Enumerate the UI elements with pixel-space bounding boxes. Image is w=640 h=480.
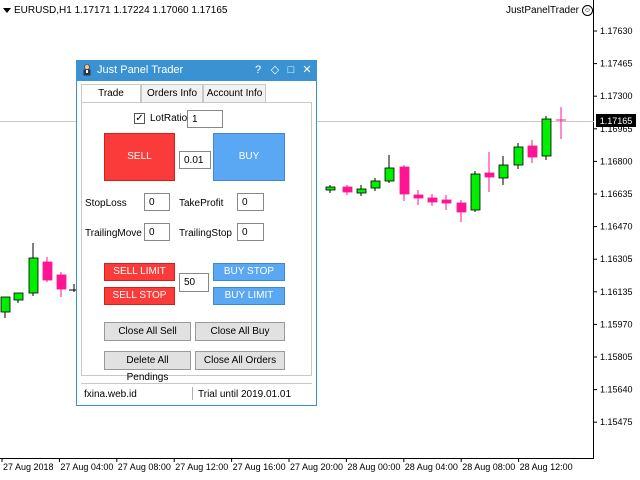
lot-ratio-checkbox[interactable]: ✓ [134,113,145,124]
candle-body [325,186,336,191]
price-label: 1.15475 [600,417,633,427]
tab-trade[interactable]: Trade [81,84,141,103]
buy-button[interactable]: BUY [213,133,285,181]
lot-ratio-label: LotRatio [150,113,188,124]
close-button[interactable]: ✕ [300,63,314,78]
trailing-move-input[interactable] [144,223,170,241]
window-titlebar[interactable]: Just Panel Trader ? ◇ □ ✕ [77,61,316,81]
sell-limit-button[interactable]: SELL LIMIT [104,263,175,281]
candle-body [541,118,552,157]
symbol-info[interactable]: EURUSD,H1 1.17171 1.17224 1.17060 1.1716… [3,5,228,16]
dropdown-arrow-icon[interactable] [3,7,11,13]
candle-body [42,261,53,281]
candle-body [498,164,509,179]
price-label: 1.15640 [600,385,633,395]
delete-all-pendings-button[interactable]: Delete All Pendings [104,351,191,383]
take-profit-input[interactable] [237,193,264,211]
candle-body [399,166,410,195]
price-label: 1.17630 [600,26,633,36]
close-all-orders-button[interactable]: Close All Orders [195,351,285,370]
sell-stop-button[interactable]: SELL STOP [104,287,175,305]
help-button[interactable]: ? [251,63,265,78]
current-price-label: 1.17165 [600,116,633,126]
candle-body [527,145,538,158]
smiley-icon: ☺ [582,5,593,16]
price-label: 1.16305 [600,254,633,264]
candle-body [413,194,424,199]
symbol-line: EURUSD,H1 1.17171 1.17224 1.17060 1.1716… [14,5,228,16]
time-label: 27 Aug 20:00 [290,462,343,472]
trailing-stop-input[interactable] [237,223,264,241]
candle-body [427,197,438,203]
candle-body [456,202,467,213]
price-label: 1.17300 [600,91,633,101]
time-label: 27 Aug 16:00 [233,462,286,472]
time-label: 27 Aug 12:00 [175,462,228,472]
price-label: 1.15970 [600,319,633,329]
time-label: 27 Aug 04:00 [60,462,113,472]
candle-body [370,180,381,189]
time-label: 28 Aug 00:00 [347,462,400,472]
time-axis: 27 Aug 2018 27 Aug 04:00 27 Aug 08:00 27 Au… [1,458,573,472]
lot-size-input[interactable] [179,151,211,169]
tab-orders-info[interactable]: Orders Info [141,84,203,102]
time-label: 28 Aug 12:00 [520,462,573,472]
status-bar: fxina.web.id Trial until 2019.01.01 [81,383,312,402]
close-all-sell-button[interactable]: Close All Sell [104,322,191,341]
candle-body [28,257,39,294]
take-profit-label: TakeProfit [179,198,224,209]
candle-body [470,173,481,211]
time-label: 28 Aug 08:00 [462,462,515,472]
status-website: fxina.web.id [84,389,137,400]
time-label: 27 Aug 08:00 [118,462,171,472]
candle-body [342,186,353,193]
price-label: 1.17465 [600,59,633,69]
stop-loss-label: StopLoss [85,198,127,209]
tab-account-info[interactable]: Account Info [203,84,266,102]
lot-ratio-input[interactable] [187,110,223,128]
just-panel-trader-window: Just Panel Trader ? ◇ □ ✕ Trade Orders I… [76,60,317,406]
candle-body [384,167,395,182]
status-divider [192,387,193,400]
price-label: 1.15805 [600,352,633,362]
trailing-stop-label: TrailingStop [179,228,232,239]
trade-tab-content: ✓ LotRatio SELL BUY StopLoss TakeProfit … [81,102,312,383]
candle-body [441,199,452,204]
candle-body [356,188,367,194]
trailing-move-label: TrailingMove [85,228,142,239]
price-axis: 1.176301.174651.173001.169651.168001.166… [593,26,633,427]
price-label: 1.16800 [600,156,633,166]
time-label: 27 Aug 2018 [3,462,54,472]
price-label: 1.16470 [600,222,633,232]
expert-advisor-label[interactable]: JustPanelTrader ☺ [506,5,593,16]
buy-stop-button[interactable]: BUY STOP [213,263,285,281]
ea-name: JustPanelTrader [506,5,579,17]
candle-body [56,274,67,290]
candle-body [0,296,11,313]
sell-button[interactable]: SELL [104,133,175,181]
candle-body [513,146,524,166]
price-label: 1.16135 [600,287,633,297]
candle-body [13,292,24,301]
buy-limit-button[interactable]: BUY LIMIT [213,287,285,305]
status-trial: Trial until 2019.01.01 [198,389,292,400]
pending-distance-input[interactable] [179,273,209,292]
minimize-button[interactable]: ◇ [268,63,282,78]
price-label: 1.16635 [600,189,633,199]
stop-loss-input[interactable] [144,193,170,211]
candle-body [484,172,495,178]
maximize-button[interactable]: □ [284,63,298,78]
trader-icon [83,64,91,76]
window-title: Just Panel Trader [97,64,184,76]
time-label: 28 Aug 04:00 [405,462,458,472]
close-all-buy-button[interactable]: Close All Buy [195,322,285,341]
